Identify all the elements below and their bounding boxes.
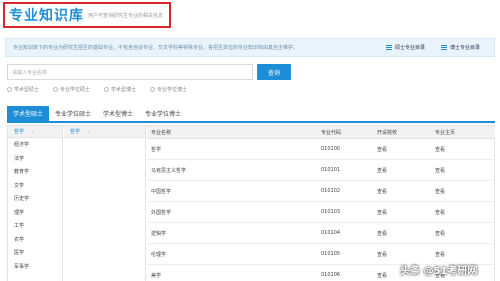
- major-code: 010102: [321, 188, 341, 194]
- list-icon: [386, 45, 392, 50]
- view-homepage-link[interactable]: 查看: [435, 188, 495, 195]
- master-catalog-link[interactable]: 硕士专业目录: [386, 44, 425, 51]
- radio-label: 学术型硕士: [14, 87, 40, 93]
- category-item[interactable]: 军事学: [14, 260, 62, 274]
- tab-academic-doctor[interactable]: 学术型博士: [97, 106, 139, 121]
- major-code: 010103: [321, 209, 341, 215]
- view-homepage-link[interactable]: 查看: [435, 167, 495, 174]
- major-code: 010101: [321, 167, 341, 173]
- category-item[interactable]: 农学: [14, 233, 62, 247]
- radio-academic-doctor[interactable]: 学术型博士: [104, 86, 136, 93]
- major-code: 010104: [321, 230, 341, 236]
- major-name: 逻辑学: [151, 230, 167, 237]
- page-header: 专业知识库 用户可查询研究生专业的相关信息: [0, 0, 500, 30]
- radio-label: 专业学位硕士: [60, 87, 91, 93]
- major-code: 010105: [321, 251, 341, 257]
- table-row: 外国哲学 010103 查看 查看: [147, 202, 495, 223]
- tab-professional-doctor[interactable]: 专业学位博士: [139, 106, 187, 121]
- degree-type-radios: 学术型硕士 专业学位硕士 学术型博士 专业学位博士: [7, 86, 187, 93]
- notice-bar: 专业知识库下的专业为研究生招生的基础专业，不包含自设专业、交叉学科等特殊专业。各…: [5, 38, 495, 57]
- view-schools-link[interactable]: 查看: [377, 251, 435, 258]
- notice-text: 专业知识库下的专业为研究生招生的基础专业，不包含自设专业、交叉学科等特殊专业。各…: [13, 45, 299, 51]
- radio-academic-master[interactable]: 学术型硕士: [7, 86, 39, 93]
- list-icon: [441, 45, 447, 50]
- radio-label: 专业学位博士: [157, 87, 188, 93]
- category-item[interactable]: 理学: [14, 206, 62, 220]
- subcategory-column: 哲学 ›: [64, 126, 146, 281]
- subcategory-selected-label: 哲学: [70, 129, 81, 135]
- doctor-catalog-link[interactable]: 博士专业目录: [441, 44, 480, 51]
- page-title: 专业知识库: [9, 8, 84, 24]
- category-item[interactable]: 法学: [14, 152, 62, 166]
- view-schools-link[interactable]: 查看: [377, 146, 435, 153]
- radio-label: 学术型博士: [111, 87, 137, 93]
- major-name: 马克思主义哲学: [151, 167, 187, 174]
- category-item[interactable]: 教育学: [14, 165, 62, 179]
- view-homepage-link[interactable]: 查看: [435, 251, 495, 258]
- major-name: 伦理学: [151, 251, 167, 258]
- category-column: 哲学 › 经济学 法学 教育学 文学 历史学 理学 工学 农学 医学 军事学: [8, 126, 63, 281]
- table-row: 逻辑学 010104 查看 查看: [147, 223, 495, 244]
- column-header-code: 专业代码: [321, 129, 342, 136]
- column-header-homepage: 专业主页: [435, 129, 456, 136]
- radio-professional-master[interactable]: 专业学位硕士: [53, 86, 90, 93]
- category-list: 经济学 法学 教育学 文学 历史学 理学 工学 农学 医学 军事学: [8, 138, 62, 273]
- chevron-right-icon: ›: [88, 128, 91, 135]
- title-box: 专业知识库 用户可查询研究生专业的相关信息: [3, 2, 171, 28]
- doctor-catalog-label: 博士专业目录: [450, 45, 481, 51]
- major-name: 哲学: [151, 146, 162, 153]
- view-homepage-link[interactable]: 查看: [435, 146, 495, 153]
- view-schools-link[interactable]: 查看: [377, 167, 435, 174]
- view-schools-link[interactable]: 查看: [377, 230, 435, 237]
- chevron-right-icon: ›: [32, 128, 35, 135]
- view-schools-link[interactable]: 查看: [377, 209, 435, 216]
- radio-icon: [7, 87, 12, 92]
- view-schools-link[interactable]: 查看: [377, 188, 435, 195]
- degree-tabs: 学术型硕士 专业学位硕士 学术型博士 专业学位博士: [7, 106, 495, 123]
- table-row: 马克思主义哲学 010101 查看 查看: [147, 160, 495, 181]
- major-name: 中国哲学: [151, 188, 172, 195]
- category-item[interactable]: 医学: [14, 246, 62, 260]
- radio-icon: [150, 87, 156, 92]
- category-item[interactable]: 工学: [14, 219, 62, 233]
- major-name: 外国哲学: [151, 209, 172, 216]
- category-item[interactable]: 历史学: [14, 192, 62, 206]
- column-header-schools: 开设院校: [377, 129, 398, 136]
- radio-icon: [53, 87, 59, 92]
- tab-professional-master[interactable]: 专业学位硕士: [49, 106, 97, 121]
- radio-professional-doctor[interactable]: 专业学位博士: [150, 86, 187, 93]
- search-button[interactable]: 查询: [257, 64, 291, 80]
- tab-academic-master[interactable]: 学术型硕士: [7, 106, 50, 121]
- major-code: 010106: [321, 272, 341, 278]
- radio-icon: [104, 87, 110, 92]
- knowledge-panel: 哲学 › 经济学 法学 教育学 文学 历史学 理学 工学 农学 医学 军事学 哲…: [7, 125, 495, 281]
- table-row: 哲学 010100 查看 查看: [147, 139, 495, 160]
- major-table: 专业名称 专业代码 开设院校 专业主页 哲学 010100 查看 查看 马克思主…: [147, 126, 495, 281]
- category-selected-label: 哲学: [14, 129, 25, 135]
- table-header: 专业名称 专业代码 开设院校 专业主页: [147, 126, 495, 139]
- search-input[interactable]: 请输入专业名称: [7, 64, 253, 80]
- column-header-name: 专业名称: [151, 129, 172, 136]
- subcategory-selected[interactable]: 哲学 ›: [64, 126, 145, 138]
- category-selected[interactable]: 哲学 ›: [8, 126, 62, 138]
- category-item[interactable]: 经济学: [14, 138, 62, 152]
- major-code: 010100: [321, 146, 341, 152]
- table-row: 中国哲学 010102 查看 查看: [147, 181, 495, 202]
- view-homepage-link[interactable]: 查看: [435, 230, 495, 237]
- page-subtitle: 用户可查询研究生专业的相关信息: [88, 12, 164, 19]
- major-name: 美学: [151, 272, 162, 279]
- view-homepage-link[interactable]: 查看: [435, 209, 495, 216]
- category-item[interactable]: 文学: [14, 179, 62, 193]
- master-catalog-label: 硕士专业目录: [395, 45, 426, 51]
- watermark: 头条 @51考研网: [400, 266, 478, 277]
